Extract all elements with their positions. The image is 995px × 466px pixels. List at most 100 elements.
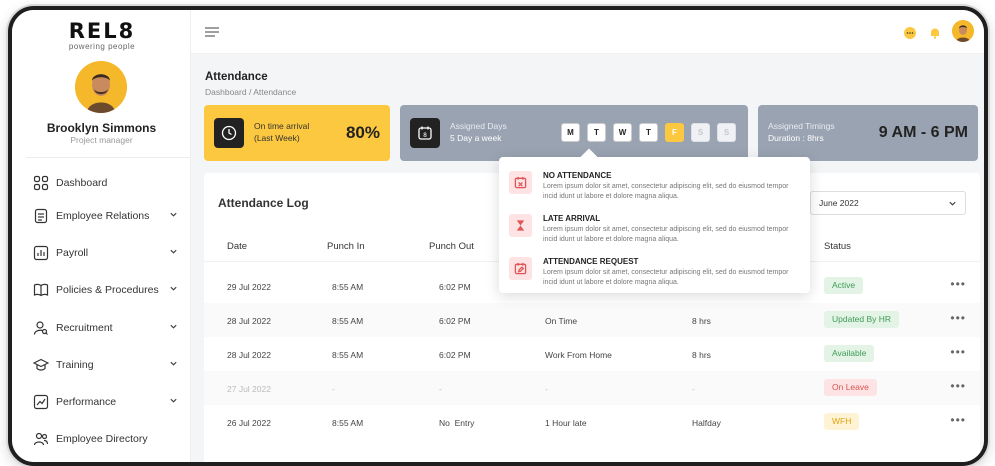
- day-monday[interactable]: M: [561, 123, 580, 142]
- menu-icon[interactable]: [205, 25, 219, 43]
- cell-hours: 8 hrs: [692, 350, 711, 360]
- assigned-days-card: 8 Assigned Days 5 Day a week M T W T F S…: [400, 105, 748, 161]
- sidebar-item-training[interactable]: Training: [32, 354, 182, 376]
- status-badge: Active: [824, 277, 864, 294]
- popup-item-no-attendance[interactable]: NO ATTENDANCE Lorem ipsum dolor sit amet…: [509, 167, 804, 207]
- profile-avatar[interactable]: [75, 61, 127, 113]
- page-title: Attendance: [205, 71, 268, 83]
- popup-item-description: Lorem ipsum dolor sit amet, consectetur …: [543, 183, 789, 200]
- sidebar: REL8 powering people Brooklyn Simmons Pr…: [12, 10, 191, 462]
- cell-date: 26 Jul 2022: [227, 418, 271, 428]
- cell-punch-in: 8:55 AM: [332, 418, 364, 428]
- chevron-down-icon: [169, 396, 178, 408]
- status-badge: WFH: [824, 413, 860, 430]
- sidebar-item-label: Employee Directory: [56, 433, 148, 445]
- on-time-value: 80%: [345, 123, 380, 142]
- sidebar-item-label: Policies & Procedures: [56, 284, 159, 296]
- column-header-status: Status: [824, 241, 851, 252]
- attendance-legend-popup: NO ATTENDANCE Lorem ipsum dolor sit amet…: [499, 148, 810, 293]
- cell-remark: 1 Hour late: [545, 418, 587, 428]
- day-wednesday[interactable]: W: [613, 123, 632, 142]
- popup-item-title: LATE ARRIVAL: [543, 214, 601, 223]
- sidebar-item-policies-procedures[interactable]: Policies & Procedures: [32, 279, 182, 301]
- status-badge: On Leave: [824, 379, 877, 396]
- sidebar-item-label: Recruitment: [56, 322, 113, 334]
- popup-item-description: Lorem ipsum dolor sit amet, consectetur …: [543, 269, 789, 286]
- chart-icon: [32, 244, 50, 262]
- sidebar-divider: [26, 157, 190, 158]
- day-thursday[interactable]: T: [639, 123, 658, 142]
- calendar-edit-icon: [509, 257, 532, 280]
- table-row[interactable]: 28 Jul 2022 8:55 AM 6:02 PM Work From Ho…: [204, 337, 980, 371]
- profile-name: Brooklyn Simmons: [46, 121, 157, 135]
- assigned-timings-value: 9 AM - 6 PM: [878, 124, 968, 141]
- on-time-arrival-card: On time arrival (Last Week) 80%: [204, 105, 390, 161]
- day-saturday[interactable]: S: [691, 123, 710, 142]
- cell-hours: -: [692, 384, 695, 394]
- table-row[interactable]: 28 Jul 2022 8:55 AM 6:02 PM On Time 8 hr…: [204, 303, 980, 337]
- sidebar-item-label: Payroll: [56, 247, 89, 259]
- column-header-punch-in: Punch In: [327, 241, 365, 252]
- table-row[interactable]: 26 Jul 2022 8:55 AM No Entry 1 Hour late…: [204, 405, 980, 439]
- cell-punch-out: 6:02 PM: [439, 282, 471, 292]
- day-tuesday[interactable]: T: [587, 123, 606, 142]
- more-options-icon[interactable]: •••: [950, 345, 966, 359]
- grid-icon: [32, 174, 50, 192]
- table-row[interactable]: 27 Jul 2022 - - - - On Leave •••: [204, 371, 980, 405]
- assigned-timings-label: Assigned Timings Duration : 8hrs: [768, 121, 835, 143]
- app-window: REL8 powering people Brooklyn Simmons Pr…: [8, 6, 988, 466]
- column-header-punch-out: Punch Out: [429, 241, 474, 252]
- clock-icon: [214, 118, 244, 148]
- user-avatar[interactable]: [952, 20, 974, 42]
- cell-punch-out: -: [439, 384, 442, 394]
- sidebar-item-label: Dashboard: [56, 177, 108, 189]
- day-friday[interactable]: F: [665, 123, 684, 142]
- popup-item-late-arrival[interactable]: LATE ARRIVAL Lorem ipsum dolor sit amet,…: [509, 210, 804, 250]
- month-select[interactable]: June 2022: [810, 191, 966, 215]
- sidebar-item-payroll[interactable]: Payroll: [32, 242, 182, 264]
- chat-icon[interactable]: [904, 26, 916, 39]
- hourglass-icon: [509, 214, 532, 237]
- cell-punch-in: -: [332, 384, 335, 394]
- book-icon: [32, 281, 50, 299]
- users-icon: [32, 430, 50, 448]
- sidebar-item-dashboard[interactable]: Dashboard: [32, 172, 182, 194]
- cell-remark: -: [545, 384, 548, 394]
- status-badge: Available: [824, 345, 875, 362]
- cell-date: 28 Jul 2022: [227, 316, 271, 326]
- top-bar: [191, 10, 984, 54]
- breadcrumb: Dashboard / Attendance: [205, 87, 297, 97]
- sidebar-item-label: Performance: [56, 396, 117, 408]
- sidebar-item-employee-directory[interactable]: Employee Directory: [32, 428, 182, 450]
- day-sunday[interactable]: S: [717, 123, 736, 142]
- more-options-icon[interactable]: •••: [950, 379, 966, 393]
- chevron-down-icon: [169, 247, 178, 259]
- popup-item-attendance-request[interactable]: ATTENDANCE REQUEST Lorem ipsum dolor sit…: [509, 253, 804, 293]
- popup-item-description: Lorem ipsum dolor sit amet, consectetur …: [543, 226, 789, 243]
- attendance-log-title: Attendance Log: [218, 196, 309, 210]
- calendar-x-icon: [509, 171, 532, 194]
- cell-punch-out: No Entry: [439, 418, 475, 428]
- document-icon: [32, 207, 50, 225]
- more-options-icon[interactable]: •••: [950, 311, 966, 325]
- sidebar-item-recruitment[interactable]: Recruitment: [32, 317, 182, 339]
- cell-hours: Halfday: [692, 418, 721, 428]
- chevron-down-icon: [169, 359, 178, 371]
- chevron-down-icon: [948, 199, 957, 210]
- cell-remark: Work From Home: [545, 350, 612, 360]
- cell-punch-out: 6:02 PM: [439, 350, 471, 360]
- assigned-days-label: Assigned Days 5 Day a week: [450, 121, 507, 143]
- cell-punch-in: 8:55 AM: [332, 282, 364, 292]
- more-options-icon[interactable]: •••: [950, 413, 966, 427]
- sidebar-item-performance[interactable]: Performance: [32, 391, 182, 413]
- graduation-cap-icon: [32, 356, 50, 374]
- trend-icon: [32, 393, 50, 411]
- cell-date: 29 Jul 2022: [227, 282, 271, 292]
- more-options-icon[interactable]: •••: [950, 277, 966, 291]
- cell-punch-in: 8:55 AM: [332, 350, 364, 360]
- sidebar-item-employee-relations[interactable]: Employee Relations: [32, 205, 182, 227]
- on-time-label: On time arrival (Last Week): [254, 121, 310, 143]
- cell-date: 28 Jul 2022: [227, 350, 271, 360]
- bell-icon[interactable]: [929, 26, 941, 39]
- column-header-date: Date: [227, 241, 248, 252]
